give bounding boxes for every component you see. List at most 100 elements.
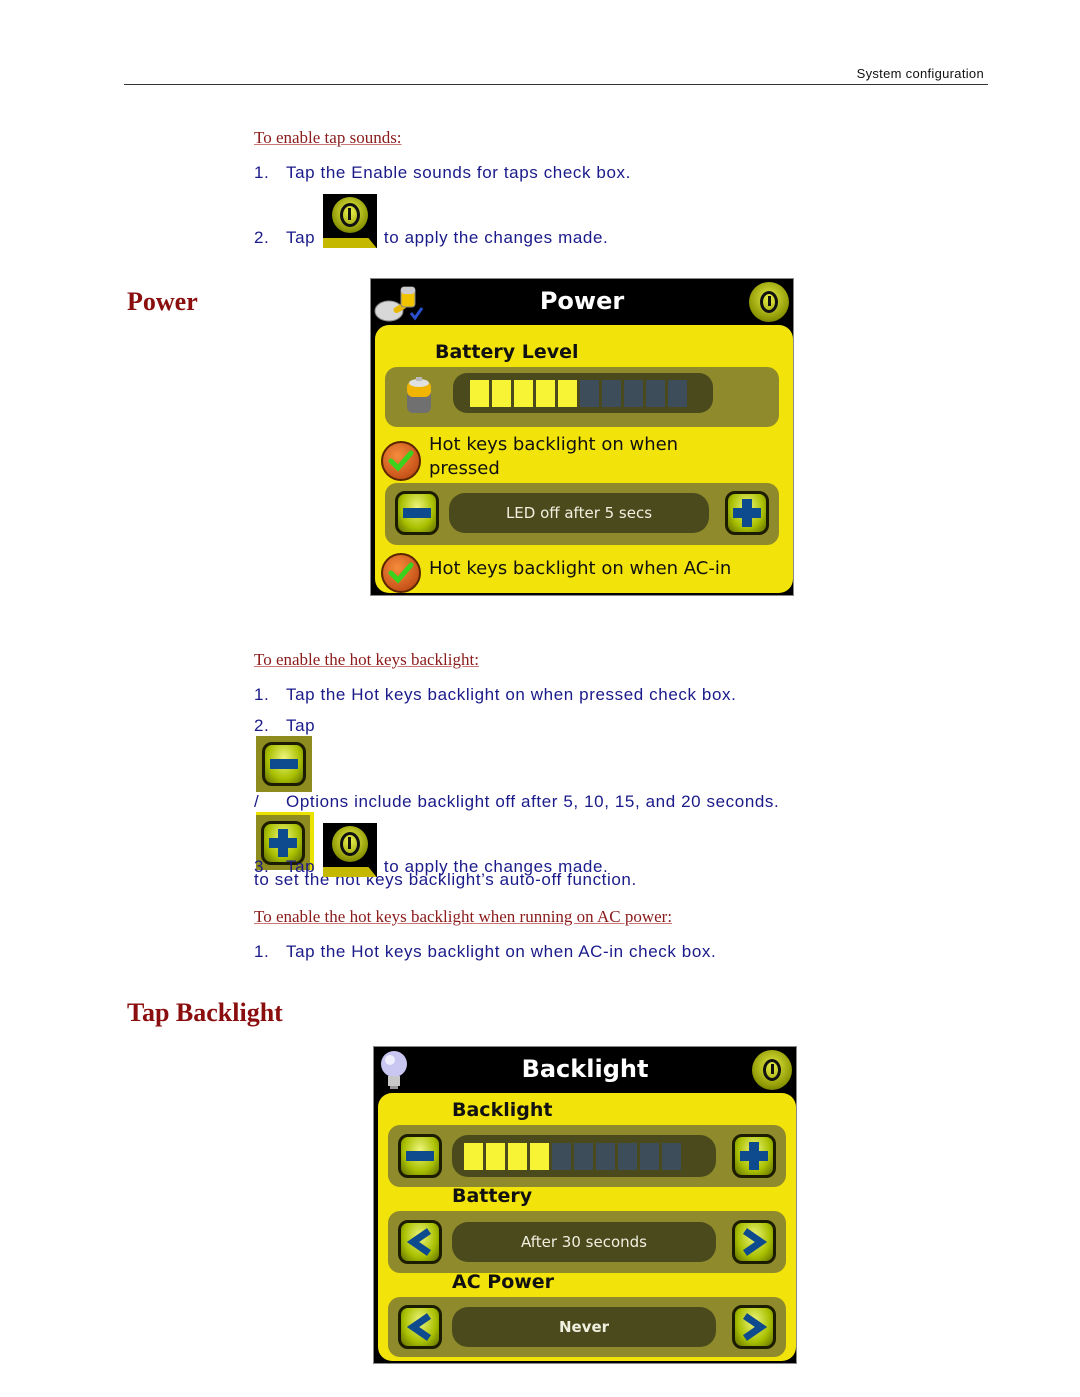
step-number: 2. [254, 716, 270, 735]
battery-timeout-value: After 30 seconds [452, 1222, 716, 1262]
step-number: 3. [254, 857, 270, 876]
level-segment-empty [624, 380, 643, 407]
ac-prev-button[interactable] [398, 1305, 442, 1349]
step-text: Tap the Enable sounds for taps check box… [286, 163, 631, 182]
battery-level-meter [453, 373, 713, 413]
panel-title: Power [539, 287, 625, 315]
section-heading-power: Power [127, 287, 198, 316]
step-tap-sounds-2: 2. Tap to apply the changes made. [254, 194, 608, 248]
label-line-1: Hot keys backlight on when [429, 434, 679, 455]
step-text-pre: Tap [286, 857, 316, 876]
subheading-hotkeys: To enable the hot keys backlight: [254, 650, 479, 669]
battery-timeout-row: After 30 seconds [388, 1211, 786, 1273]
power-ok-icon [322, 194, 377, 248]
plus-icon [740, 1142, 768, 1170]
step-text-pre: Tap [286, 228, 316, 247]
backlight-panel-body: Backlight Battery After 30 seconds AC Po… [378, 1093, 796, 1361]
chevron-left-icon [407, 1228, 431, 1256]
backlight-label: Backlight [452, 1099, 553, 1121]
step-hotkeys-3: 3. Tap to apply the changes made. [254, 823, 608, 877]
step-text-post: to apply the changes made. [383, 228, 609, 247]
header-rule [124, 84, 988, 85]
step-number: 2. [254, 228, 270, 247]
power-ok-icon [763, 1059, 781, 1081]
backlight-level-segments [464, 1143, 681, 1170]
power-panel-body: Battery Level Hot keys backlight on when… [375, 325, 793, 593]
chevron-right-icon [743, 1228, 767, 1256]
step-ac-power-1: 1. Tap the Hot keys backlight on when AC-… [254, 942, 716, 962]
level-segment-empty [646, 380, 665, 407]
checkmark-icon [388, 562, 414, 584]
minus-icon [406, 1151, 434, 1161]
minus-icon [403, 508, 431, 518]
level-segment-filled [558, 380, 577, 407]
battery-prev-button[interactable] [398, 1220, 442, 1264]
panel-title: Backlight [521, 1055, 649, 1083]
level-segment-filled [492, 380, 511, 407]
level-segment-filled [536, 380, 555, 407]
level-segment-empty [596, 1143, 615, 1170]
hotkeys-pressed-label: Hot keys backlight on when pressed [429, 433, 678, 481]
step-number: 1. [254, 685, 270, 704]
level-segment-empty [574, 1143, 593, 1170]
led-timeout-value: LED off after 5 secs [449, 493, 709, 533]
step-tap-sounds-1: 1. Tap the Enable sounds for taps check b… [254, 163, 631, 183]
plus-icon [733, 499, 761, 527]
battery-level-segments [470, 380, 687, 407]
step-text-pre: Tap [286, 716, 316, 735]
backlight-plus-button[interactable] [732, 1134, 776, 1178]
level-segment-filled [464, 1143, 483, 1170]
hotkeys-pressed-checkbox[interactable] [381, 441, 421, 481]
level-segment-filled [514, 380, 533, 407]
ac-timeout-value: Never [452, 1307, 716, 1347]
step-hotkeys-1: 1. Tap the Hot keys backlight on when pre… [254, 685, 736, 705]
level-segment-empty [640, 1143, 659, 1170]
step-number: 1. [254, 163, 270, 182]
battery-next-button[interactable] [732, 1220, 776, 1264]
step-hotkeys-2-continued: Options include backlight off after 5, 1… [286, 792, 780, 811]
section-heading-backlight: Tap Backlight [127, 998, 283, 1027]
battery-level-track [385, 367, 779, 427]
power-ok-button[interactable] [749, 282, 789, 322]
level-segment-filled [486, 1143, 505, 1170]
minus-icon [270, 759, 298, 769]
step-text-post: to apply the changes made. [383, 857, 609, 876]
subheading-tap-sounds: To enable tap sounds: [254, 128, 402, 147]
step-number: 1. [254, 942, 270, 961]
battery-icon [405, 377, 433, 415]
step-text: Tap the Hot keys backlight on when press… [286, 685, 737, 704]
hotkeys-ac-label: Hot keys backlight on when AC-in [429, 558, 732, 579]
label-line-2: pressed [429, 458, 500, 479]
hotkeys-ac-checkbox[interactable] [381, 553, 421, 593]
power-ok-icon [322, 823, 377, 877]
level-segment-filled [508, 1143, 527, 1170]
battery-level-label: Battery Level [435, 341, 579, 363]
power-ok-icon [760, 291, 778, 313]
minus-button-image [256, 736, 312, 792]
ok-button-image [322, 823, 377, 877]
ac-power-label: AC Power [452, 1271, 555, 1293]
step-text: Tap the Hot keys backlight on when AC-in… [286, 942, 717, 961]
power-panel: Power Battery Level Hot keys backlight o… [370, 278, 794, 596]
subheading-ac-power: To enable the hot keys backlight when ru… [254, 907, 673, 926]
level-segment-empty [552, 1143, 571, 1170]
chevron-right-icon [743, 1313, 767, 1341]
level-segment-filled [470, 380, 489, 407]
level-segment-empty [618, 1143, 637, 1170]
ok-button-image [322, 194, 377, 248]
backlight-minus-button[interactable] [398, 1134, 442, 1178]
backlight-panel: Backlight Backlight Battery After 30 sec… [373, 1046, 797, 1364]
level-segment-empty [668, 380, 687, 407]
running-head: System configuration [856, 66, 984, 81]
separator: / [254, 792, 260, 811]
level-segment-filled [530, 1143, 549, 1170]
ac-timeout-row: Never [388, 1297, 786, 1357]
ac-next-button[interactable] [732, 1305, 776, 1349]
checkmark-icon [388, 450, 414, 472]
backlight-level-meter [452, 1135, 716, 1177]
led-plus-button[interactable] [725, 491, 769, 535]
chevron-left-icon [407, 1313, 431, 1341]
level-segment-empty [602, 380, 621, 407]
power-ok-button[interactable] [752, 1050, 792, 1090]
led-minus-button[interactable] [395, 491, 439, 535]
